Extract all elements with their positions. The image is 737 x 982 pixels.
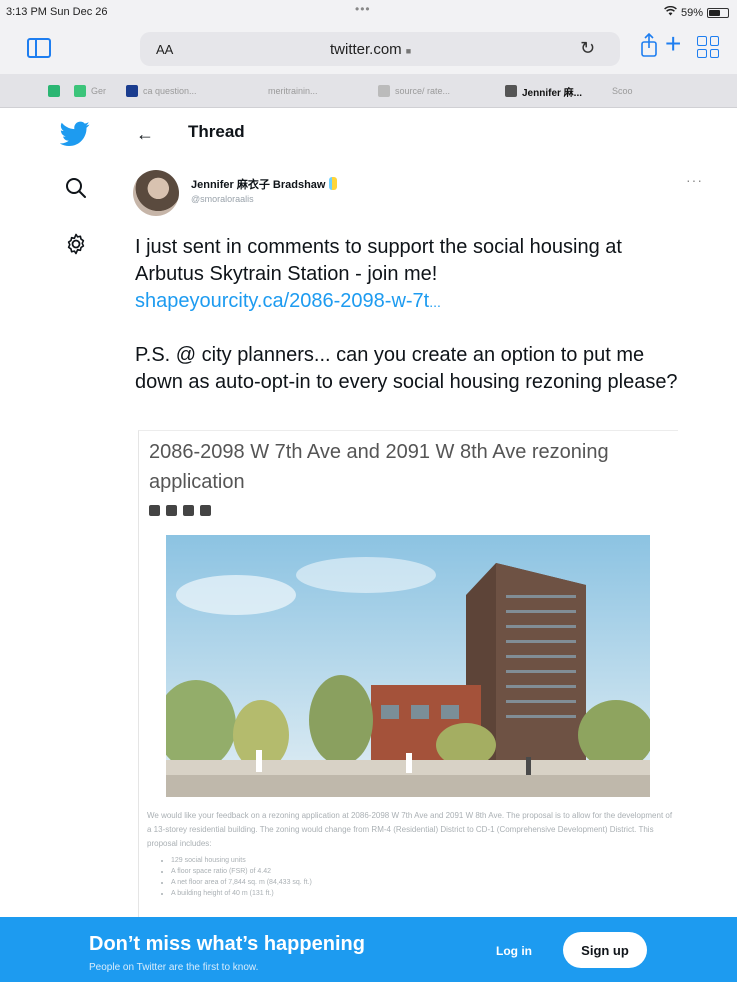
tab-label: source/ rate... <box>395 86 451 96</box>
tabs-overview-icon[interactable] <box>697 36 719 58</box>
card-description: We would like your feedback on a rezonin… <box>147 811 673 848</box>
battery-icon <box>707 7 729 18</box>
browser-tab[interactable]: meritrainin... <box>268 80 318 102</box>
status-bar: 3:13 PM Sun Dec 26 ••• 59% <box>0 0 737 26</box>
status-right: 59% <box>664 5 729 19</box>
browser-tab-active[interactable]: Jennifer 麻... <box>505 80 582 102</box>
tab-label: meritrainin... <box>268 86 318 96</box>
more-options-icon[interactable]: ··· <box>686 172 703 188</box>
tab-favicon-icon <box>505 85 517 97</box>
author-name-text: Jennifer 麻衣子 Bradshaw <box>191 179 326 191</box>
tweet-link-url: shapeyourcity.ca/2086-2098-w-7t <box>135 290 430 312</box>
browser-toolbar: AA twitter.com ■ ↻ + <box>0 26 737 74</box>
url-text[interactable]: twitter.com ■ <box>330 41 411 58</box>
tweet-link[interactable]: shapeyourcity.ca/2086-2098-w-7t... <box>135 288 441 316</box>
twitter-share-icon[interactable] <box>166 505 177 516</box>
card-bullet-list: 129 social housing units A floor space r… <box>161 855 312 899</box>
tab-label: ca question... <box>143 86 197 96</box>
building-rendering-image <box>166 535 650 797</box>
battery-percent: 59% <box>680 6 703 19</box>
browser-tab[interactable] <box>48 80 65 102</box>
card-share-icons <box>149 505 211 516</box>
tab-label: Jennifer 麻... <box>522 87 583 99</box>
browser-tab[interactable]: Scoo <box>612 80 633 102</box>
signup-banner: Don’t miss what’s happening People on Tw… <box>0 917 737 982</box>
list-item: 129 social housing units <box>171 855 312 866</box>
new-tab-plus-icon[interactable]: + <box>665 30 681 58</box>
status-time-date: 3:13 PM Sun Dec 26 <box>6 6 108 18</box>
tweet-text-paragraph-1: I just sent in comments to support the s… <box>135 236 622 285</box>
card-title: 2086-2098 W 7th Ave and 2091 W 8th Ave r… <box>149 441 609 493</box>
tweet-text-paragraph-2: P.S. @ city planners... can you create a… <box>135 344 678 393</box>
browser-tab[interactable]: ca question... <box>126 80 197 102</box>
list-item: A building height of 40 m (131 ft.) <box>171 888 312 899</box>
linkedin-icon[interactable] <box>183 505 194 516</box>
url-label: twitter.com <box>330 41 402 58</box>
tab-strip: Ger ca question... meritrainin... source… <box>0 74 737 108</box>
tab-favicon-icon <box>74 85 86 97</box>
banner-title: Don’t miss what’s happening <box>89 933 365 955</box>
lock-icon: ■ <box>405 46 412 56</box>
embedded-page-card[interactable]: 2086-2098 W 7th Ave and 2091 W 8th Ave r… <box>138 430 678 930</box>
browser-tab[interactable]: source/ rate... <box>378 80 450 102</box>
tab-label: Scoo <box>612 86 633 96</box>
author-name[interactable]: Jennifer 麻衣子 Bradshaw <box>191 176 338 192</box>
list-item: A floor space ratio (FSR) of 4.42 <box>171 866 312 877</box>
address-bar[interactable]: AA twitter.com ■ ↻ <box>140 32 620 66</box>
banner-subtitle: People on Twitter are the first to know. <box>89 962 259 973</box>
tab-favicon-icon <box>48 85 60 97</box>
sign-up-button[interactable]: Sign up <box>563 932 647 968</box>
gear-icon[interactable] <box>64 232 88 256</box>
browser-tab[interactable]: Ger <box>74 80 106 102</box>
tab-favicon-icon <box>126 85 138 97</box>
tweet-link-ellipsis: ... <box>429 294 441 310</box>
email-icon[interactable] <box>200 505 211 516</box>
wifi-icon <box>664 5 677 19</box>
tab-label: Ger <box>91 86 107 96</box>
sidebar-icon[interactable] <box>27 38 51 58</box>
text-size-button[interactable]: AA <box>156 42 173 57</box>
twitter-bird-icon[interactable] <box>60 121 90 147</box>
list-item: A net floor area of 7,844 sq. m (84,433 … <box>171 877 312 888</box>
log-in-button[interactable]: Log in <box>496 944 532 958</box>
avatar[interactable] <box>133 170 179 216</box>
page-title: Thread <box>188 122 245 141</box>
back-arrow-icon[interactable]: ← <box>136 124 154 145</box>
search-icon[interactable] <box>64 176 88 200</box>
reload-icon[interactable]: ↻ <box>580 38 595 59</box>
verified-badge-icon <box>329 177 338 190</box>
tab-favicon-icon <box>378 85 390 97</box>
facebook-icon[interactable] <box>149 505 160 516</box>
multitasking-dots-icon[interactable]: ••• <box>355 2 371 16</box>
share-icon[interactable] <box>640 33 658 57</box>
author-handle[interactable]: @smoraloraalis <box>191 194 254 204</box>
